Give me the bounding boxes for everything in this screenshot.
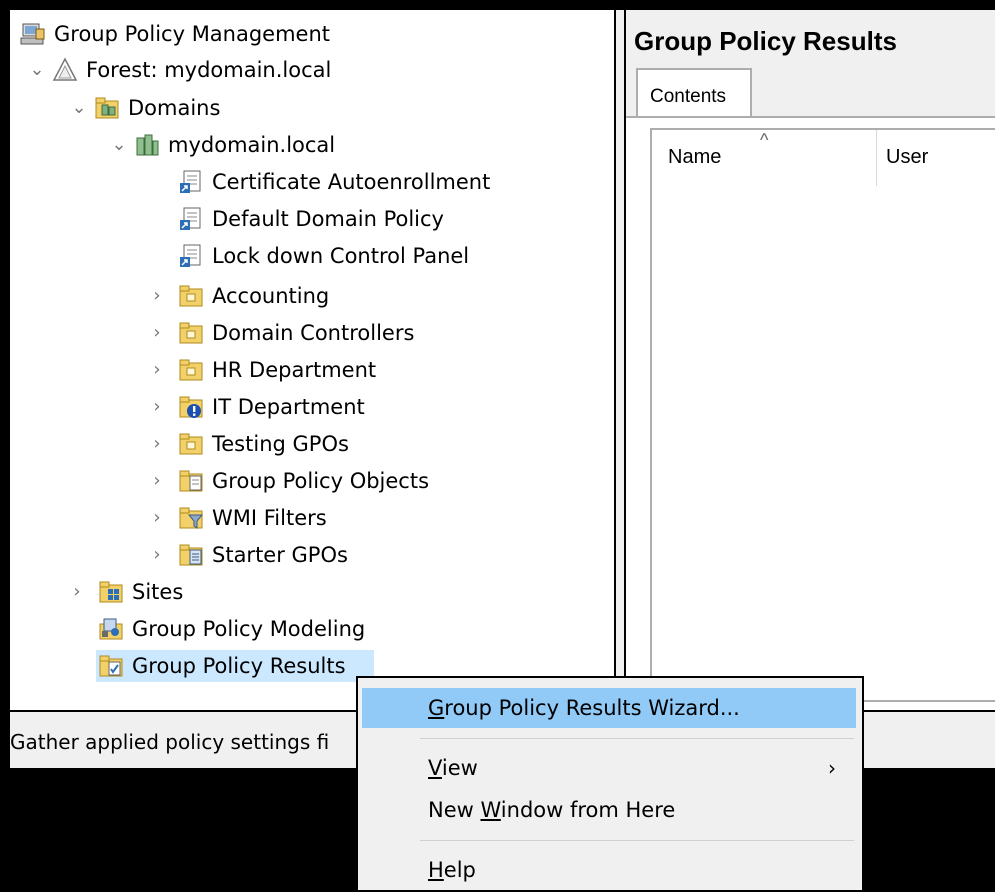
sites-folder-icon: [98, 579, 124, 605]
tree-item-gpo-link[interactable]: Certificate Autoenrollment: [178, 166, 490, 198]
forest-icon: [52, 57, 78, 83]
results-icon: [98, 653, 124, 679]
tree-item-starter[interactable]: › Starter GPOs: [148, 539, 348, 571]
chevron-right-icon[interactable]: ›: [148, 324, 166, 342]
tree-item-label: Group Policy Results: [132, 654, 346, 678]
tree-item-label: Accounting: [212, 284, 330, 308]
context-menu: Group Policy Results Wizard... View › Ne…: [356, 676, 864, 892]
chevron-right-icon[interactable]: ›: [148, 509, 166, 527]
ou-folder-icon: [178, 431, 204, 457]
menu-item-view[interactable]: View ›: [358, 748, 862, 788]
ou-folder-icon: [178, 357, 204, 383]
chevron-down-icon[interactable]: ⌄: [70, 99, 88, 117]
pane-title: Group Policy Results: [634, 26, 897, 56]
ou-folder-icon: [178, 283, 204, 309]
chevron-down-icon[interactable]: ⌄: [110, 136, 128, 154]
menu-item-label: Help: [428, 858, 476, 882]
ou-blocked-icon: [178, 394, 204, 420]
menu-separator: [420, 738, 854, 739]
gpo-link-icon: [178, 243, 204, 269]
tree-item-mydomain[interactable]: ⌄ mydomain.local: [110, 129, 335, 161]
column-header-user[interactable]: User: [886, 146, 928, 169]
tree-item-label: Group Policy Objects: [212, 469, 430, 493]
gpmc-window: Group Policy Management ⌄ Forest: mydoma…: [0, 0, 995, 892]
menu-item-results-wizard[interactable]: Group Policy Results Wizard...: [362, 688, 856, 728]
tree-item-gpm[interactable]: Group Policy Management: [20, 18, 330, 50]
tree-item-label: WMI Filters: [212, 506, 327, 530]
chevron-right-icon[interactable]: ›: [148, 287, 166, 305]
column-header-name[interactable]: Name: [668, 146, 721, 169]
tree-item-label: Certificate Autoenrollment: [212, 170, 491, 194]
tree-item-label: Group Policy Management: [54, 22, 331, 46]
contents-panel: ^ Name User: [626, 116, 995, 712]
chevron-down-icon[interactable]: ⌄: [28, 61, 46, 79]
tree-item-sites[interactable]: › Sites: [68, 576, 183, 608]
tree-item-label: HR Department: [212, 358, 377, 382]
tree-item-ou[interactable]: › Accounting: [148, 280, 329, 312]
tree-item-domains[interactable]: ⌄ Domains: [70, 92, 220, 124]
status-text: Gather applied policy settings fi: [10, 730, 330, 754]
domains-folder-icon: [94, 95, 120, 121]
menu-item-label: Group Policy Results Wizard...: [428, 696, 740, 720]
tree-item-label: Forest: mydomain.local: [86, 58, 332, 82]
tree-item-gpo-link[interactable]: Lock down Control Panel: [178, 240, 469, 272]
tree-item-gpo-container[interactable]: › Group Policy Objects: [148, 465, 429, 497]
gpo-link-icon: [178, 206, 204, 232]
chevron-right-icon[interactable]: ›: [148, 361, 166, 379]
chevron-right-icon[interactable]: ›: [148, 472, 166, 490]
starter-gpo-folder-icon: [178, 542, 204, 568]
tree-item-wmi[interactable]: › WMI Filters: [148, 502, 327, 534]
menu-separator: [420, 840, 854, 841]
gpo-link-icon: [178, 169, 204, 195]
console-tree: Group Policy Management ⌄ Forest: mydoma…: [10, 10, 614, 710]
tree-item-results[interactable]: Group Policy Results: [96, 650, 374, 682]
menu-item-help[interactable]: Help: [358, 850, 862, 890]
sort-ascending-icon: ^: [760, 130, 769, 150]
modeling-icon: [98, 616, 124, 642]
menu-item-new-window[interactable]: New Window from Here: [358, 790, 862, 830]
tree-item-gpo-link[interactable]: Default Domain Policy: [178, 203, 444, 235]
tree-item-modeling[interactable]: Group Policy Modeling: [98, 613, 365, 645]
wmi-filter-folder-icon: [178, 505, 204, 531]
tab-contents[interactable]: Contents: [636, 68, 752, 118]
chevron-right-icon[interactable]: ›: [148, 435, 166, 453]
tree-item-label: Sites: [132, 580, 184, 604]
tree-item-label: IT Department: [212, 395, 365, 419]
tree-item-ou[interactable]: › Domain Controllers: [148, 317, 414, 349]
results-list: ^ Name User: [650, 128, 995, 702]
tree-item-ou[interactable]: › IT Department: [148, 391, 365, 423]
chevron-right-icon[interactable]: ›: [68, 583, 86, 601]
results-pane: Group Policy Results Contents ^ Name Use…: [626, 10, 995, 712]
submenu-arrow-icon: ›: [828, 756, 836, 780]
tree-item-ou[interactable]: › Testing GPOs: [148, 428, 349, 460]
gpo-folder-icon: [178, 468, 204, 494]
tree-item-label: Domains: [128, 96, 221, 120]
column-divider[interactable]: [876, 130, 877, 186]
tab-strip: Contents: [626, 68, 995, 118]
chevron-right-icon[interactable]: ›: [148, 398, 166, 416]
tree-item-label: Testing GPOs: [212, 432, 349, 456]
tree-item-label: Lock down Control Panel: [212, 244, 470, 268]
tree-item-label: Starter GPOs: [212, 543, 348, 567]
menu-item-label: View: [428, 756, 478, 780]
tree-item-label: Default Domain Policy: [212, 207, 444, 231]
ou-folder-icon: [178, 320, 204, 346]
tree-item-ou[interactable]: › HR Department: [148, 354, 376, 386]
tree-item-label: mydomain.local: [168, 133, 336, 157]
menu-item-label: New Window from Here: [428, 798, 676, 822]
tree-item-label: Domain Controllers: [212, 321, 415, 345]
pane-splitter[interactable]: [614, 10, 626, 710]
chevron-right-icon[interactable]: ›: [148, 546, 166, 564]
gpm-console-icon: [20, 21, 46, 47]
domain-icon: [134, 132, 160, 158]
tree-item-forest[interactable]: ⌄ Forest: mydomain.local: [28, 54, 331, 86]
tree-item-label: Group Policy Modeling: [132, 617, 366, 641]
